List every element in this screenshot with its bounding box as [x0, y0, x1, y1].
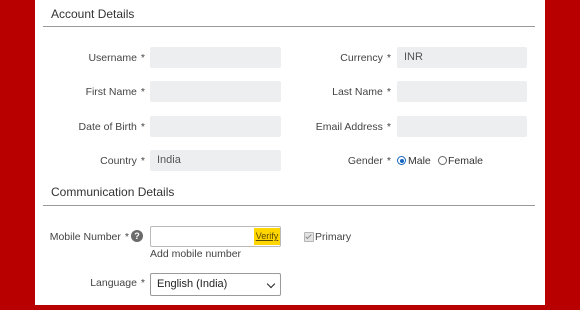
language-select[interactable]: English (India) — [150, 273, 281, 296]
last-name-label: Last Name * — [332, 86, 391, 98]
username-input[interactable] — [150, 47, 281, 68]
language-label: Language * — [90, 277, 145, 289]
primary-checkbox — [304, 232, 314, 242]
first-name-label: First Name * — [85, 86, 145, 98]
mobile-number-label: Mobile Number * — [49, 231, 129, 243]
primary-label: Primary — [315, 231, 352, 243]
dob-label: Date of Birth * — [78, 121, 145, 133]
dob-input[interactable] — [150, 116, 281, 137]
currency-label: Currency * — [340, 52, 391, 64]
account-details-title: Account Details — [51, 7, 135, 21]
gender-label: Gender * — [347, 155, 391, 167]
communication-details-divider — [43, 205, 535, 206]
help-icon[interactable]: ? — [131, 230, 143, 242]
country-label: Country * — [100, 155, 145, 167]
gender-female-radio[interactable] — [438, 156, 447, 165]
add-mobile-number-link[interactable]: Add mobile number — [150, 248, 241, 260]
verify-button[interactable]: Verify — [254, 228, 280, 245]
country-field: India — [150, 150, 281, 171]
email-label: Email Address * — [315, 121, 391, 133]
language-selected-value: English (India) — [157, 278, 228, 290]
communication-details-title: Communication Details — [51, 185, 175, 199]
account-form-panel: Account Details Username * Currency * INR … — [35, 0, 545, 305]
username-label: Username * — [88, 52, 145, 64]
currency-field: INR — [397, 47, 527, 68]
gender-male-label[interactable]: Male — [408, 155, 431, 167]
gender-male-radio[interactable] — [397, 156, 406, 165]
gender-female-label[interactable]: Female — [448, 155, 483, 167]
chevron-down-icon — [266, 279, 276, 289]
first-name-input[interactable] — [150, 81, 281, 102]
email-input[interactable] — [397, 116, 527, 137]
account-details-divider — [43, 26, 535, 27]
last-name-input[interactable] — [397, 81, 527, 102]
